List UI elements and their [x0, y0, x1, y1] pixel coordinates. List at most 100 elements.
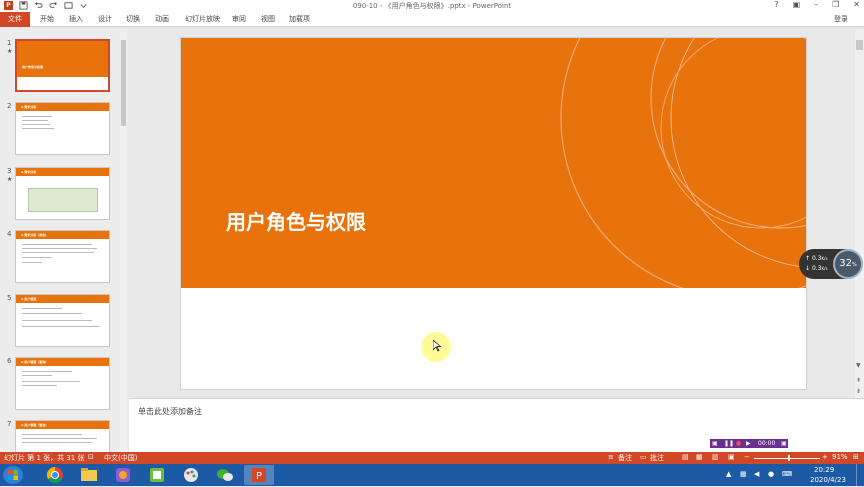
wechat-icon: [217, 469, 233, 481]
tab-view[interactable]: 视图: [261, 14, 275, 24]
scroll-down-icon[interactable]: ▼: [856, 362, 861, 369]
title-bar: P 090-10 - 《用户角色与权限》.pptx - PowerPoint ?…: [0, 0, 864, 12]
taskbar-app-3[interactable]: [108, 465, 138, 485]
slide-counter[interactable]: 幻灯片 第 1 张，共 31 张: [4, 453, 85, 463]
network-icon[interactable]: ▦: [740, 470, 747, 478]
thumbnail-image[interactable]: 用户角色与权限: [15, 39, 110, 92]
tray-app-icon[interactable]: ●: [768, 470, 774, 478]
taskbar-explorer[interactable]: [74, 465, 104, 485]
comments-button[interactable]: 批注: [650, 453, 664, 463]
tab-transitions[interactable]: 切换: [126, 14, 140, 24]
recorder-menu-icon[interactable]: ▣: [781, 440, 787, 447]
thumbnail-image[interactable]: 1.需求分析: [15, 102, 110, 155]
thumbnail-title: 用户角色与权限: [22, 65, 44, 69]
download-unit: K/s: [821, 266, 828, 271]
slide-sorter-icon[interactable]: ▦: [696, 453, 703, 461]
thumbnail-number: 4: [7, 230, 12, 238]
scrollbar-thumb[interactable]: [856, 40, 863, 50]
slide-scrollbar[interactable]: ▼ ⇞ ⇟: [855, 30, 864, 400]
slide-thumbnails-panel: 1 ★ 用户角色与权限 2 1.需求分析 3 ★ 1.需求分析 4 1.需求分析: [0, 28, 128, 452]
screen-recorder-bar[interactable]: ▣ ❚❚ ● ▶ 00:00 ▣: [709, 438, 789, 449]
zoom-slider[interactable]: [754, 458, 820, 459]
maximize-icon[interactable]: ❐: [832, 0, 839, 9]
chrome-icon: [46, 466, 63, 484]
thumbnail-title: 1.用户管理: [21, 297, 37, 301]
taskbar-chrome[interactable]: [40, 465, 70, 485]
help-icon[interactable]: ?: [774, 0, 778, 9]
normal-view-icon[interactable]: ▤: [682, 453, 689, 461]
taskbar-app-5[interactable]: [176, 465, 206, 485]
thumbnail-line: [22, 308, 62, 309]
start-button[interactable]: [3, 466, 23, 484]
notes-button[interactable]: 备注: [618, 453, 632, 463]
zoom-level[interactable]: 91%: [832, 453, 848, 461]
pause-icon[interactable]: ❚❚: [724, 440, 734, 447]
thumbnails-scrollbar[interactable]: [120, 32, 127, 452]
input-method-icon[interactable]: ⌨: [782, 470, 792, 478]
show-desktop-button[interactable]: [856, 464, 864, 486]
thumbnail-title: 1.需求分析: [21, 170, 37, 174]
usage-percent-badge: 32%: [833, 249, 863, 279]
next-slide-icon[interactable]: ⇟: [856, 388, 861, 395]
clock-date[interactable]: 2020/4/23: [810, 476, 846, 484]
tab-design[interactable]: 设计: [98, 14, 112, 24]
thumbnail-line: [22, 381, 80, 382]
slide-editing-area: 用户角色与权限: [129, 28, 851, 398]
download-speed: ↓ 0.3K/s: [805, 265, 828, 272]
clock-time[interactable]: 20:29: [814, 466, 834, 474]
windows-logo-icon: [8, 470, 18, 480]
login-link[interactable]: 登录: [834, 14, 848, 24]
comments-icon[interactable]: ▭: [640, 453, 647, 461]
thumbnail-image[interactable]: 1.用户管理（查询）: [15, 420, 110, 452]
previous-slide-icon[interactable]: ⇞: [856, 377, 861, 384]
colorful-app-icon: [116, 468, 130, 482]
close-icon[interactable]: ✕: [853, 0, 860, 9]
tray-expand-icon[interactable]: ▲: [726, 470, 731, 478]
taskbar-wechat[interactable]: [210, 465, 240, 485]
thumbnail-line: [22, 262, 42, 263]
thumbnail-image[interactable]: 1.需求分析（角色）: [15, 230, 110, 283]
zoom-out-icon[interactable]: −: [744, 453, 750, 461]
thumbnail-image[interactable]: 1.用户管理: [15, 294, 110, 347]
taskbar-powerpoint[interactable]: P: [244, 465, 274, 485]
thumbnail-line: [22, 434, 82, 435]
tab-slideshow[interactable]: 幻灯片放映: [185, 14, 220, 24]
reading-view-icon[interactable]: ▥: [712, 453, 719, 461]
tab-home[interactable]: 开始: [40, 14, 54, 24]
fit-slide-icon[interactable]: ⊞: [853, 453, 859, 461]
volume-icon[interactable]: ◀: [754, 470, 759, 478]
tab-addins[interactable]: 加载项: [289, 14, 310, 24]
language-indicator[interactable]: 中文(中国): [104, 453, 137, 463]
thumbnail-title: 1.需求分析（角色）: [21, 233, 49, 237]
thumbnail-number: 5: [7, 294, 12, 302]
slideshow-icon[interactable]: ▣: [728, 453, 735, 461]
thumbnail-line: [22, 252, 94, 253]
spellcheck-icon[interactable]: ⊡: [88, 453, 94, 461]
ribbon-tabs: 文件 开始 插入 设计 切换 动画 幻灯片放映 审阅 视图 加载项 登录: [0, 12, 864, 27]
zoom-slider-thumb[interactable]: [788, 455, 790, 461]
record-icon[interactable]: ●: [736, 440, 741, 447]
slide-title[interactable]: 用户角色与权限: [226, 206, 366, 235]
tab-insert[interactable]: 插入: [69, 14, 83, 24]
thumbnail-image[interactable]: 1.需求分析: [15, 167, 110, 220]
current-slide[interactable]: 用户角色与权限: [180, 37, 807, 390]
green-app-icon: [150, 468, 164, 482]
notes-icon[interactable]: ≡: [608, 453, 614, 461]
thumbnail-band: [17, 41, 108, 77]
tab-animations[interactable]: 动画: [155, 14, 169, 24]
thumbnail-image[interactable]: 1.用户管理（查询）: [15, 357, 110, 410]
minimize-icon[interactable]: –: [814, 0, 818, 9]
ribbon-display-icon[interactable]: ▣: [793, 0, 801, 9]
thumbnail-number: 6: [7, 357, 12, 365]
zoom-in-icon[interactable]: +: [822, 453, 828, 461]
svg-text:P: P: [256, 471, 262, 482]
play-icon[interactable]: ▶: [746, 440, 751, 447]
notes-placeholder[interactable]: 单击此处添加备注: [138, 406, 202, 417]
usage-percent-sign: %: [851, 262, 857, 268]
recorder-logo-icon: ▣: [712, 440, 718, 447]
taskbar-app-4[interactable]: [142, 465, 172, 485]
tab-review[interactable]: 审阅: [232, 14, 246, 24]
network-speed-widget[interactable]: ↑ 0.3K/s ↓ 0.3K/s 32%: [799, 249, 863, 279]
tab-file[interactable]: 文件: [0, 12, 30, 27]
scrollbar-thumb[interactable]: [121, 40, 126, 126]
